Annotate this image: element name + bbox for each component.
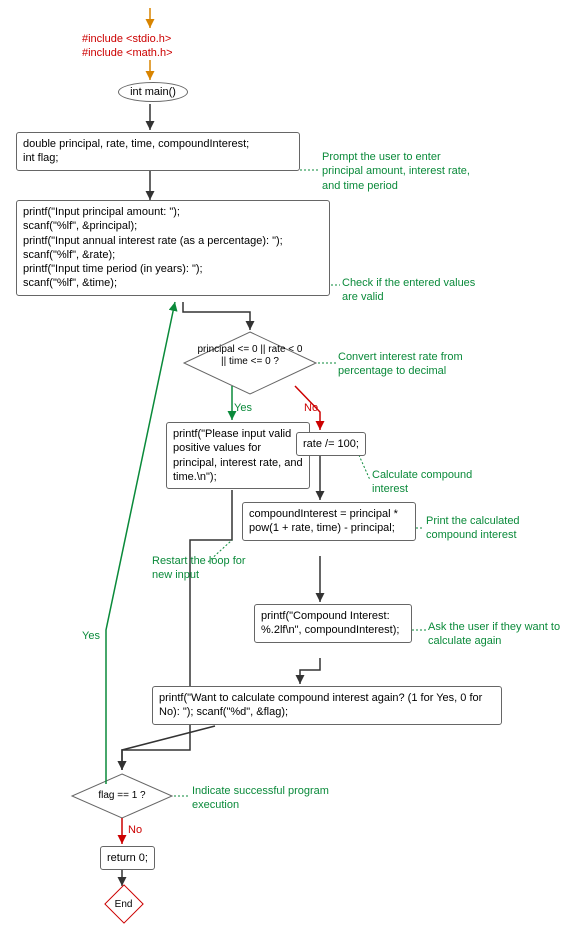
label-yes-loop: Yes [82, 630, 100, 642]
decision-flag: flag == 1 ? [90, 790, 154, 801]
comment-prompt: Prompt the user to enter principal amoun… [322, 150, 480, 193]
comment-ask: Ask the user if they want to calculate a… [428, 620, 574, 649]
input-node: printf("Input principal amount: "); scan… [16, 200, 330, 296]
include-directives: #include <stdio.h> #include <math.h> [82, 32, 173, 61]
rateconv-node: rate /= 100; [296, 432, 366, 456]
comment-calc: Calculate compound interest [372, 468, 492, 497]
return-node: return 0; [100, 846, 155, 870]
main-func-oval: int main() [118, 82, 188, 102]
comment-restart: Restart the loop for new input [152, 554, 262, 583]
comment-convert: Convert interest rate from percentage to… [338, 350, 498, 379]
decl-node: double principal, rate, time, compoundIn… [16, 132, 300, 171]
label-no-2: No [128, 824, 142, 836]
decision-validate: principal <= 0 || rate < 0 || time <= 0 … [196, 344, 304, 368]
label-no-1: No [304, 402, 318, 414]
print-node: printf("Compound Interest: %.2lf\n", com… [254, 604, 412, 643]
comment-print: Print the calculated compound interest [426, 514, 558, 543]
ask-node: printf("Want to calculate compound inter… [152, 686, 502, 725]
label-yes-1: Yes [234, 402, 252, 414]
validmsg-node: printf("Please input valid positive valu… [166, 422, 310, 489]
calc-node: compoundInterest = principal * pow(1 + r… [242, 502, 416, 541]
comment-indicate: Indicate successful program execution [192, 784, 332, 813]
comment-check: Check if the entered values are valid [342, 276, 482, 305]
